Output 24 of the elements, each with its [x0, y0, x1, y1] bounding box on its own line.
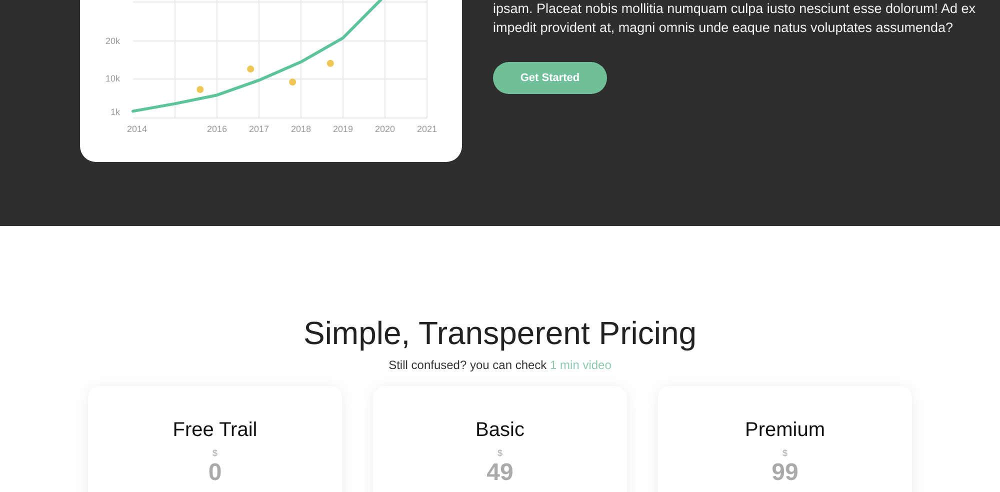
plan-name: Basic — [476, 418, 524, 442]
axis-label: 2018 — [290, 124, 312, 134]
axis-label: 20k — [105, 36, 120, 46]
plan-name: Premium — [744, 418, 825, 442]
pricing-subtitle: Still confused? you can check 1 min video — [388, 357, 612, 374]
hero-paragraph: ipsam. Placeat nobis mollitia numquam culpa iusto nesciunt esse dolorum! Ad ex impedit provident at, magni omnis unde eaque natus voluptates assumenda? — [493, 0, 976, 37]
currency-symbol: $ — [497, 448, 502, 458]
axis-label: 2021 — [416, 124, 438, 134]
video-link[interactable]: 1 min video — [550, 358, 612, 372]
pricing-title: Simple, Transperent Pricing — [303, 314, 697, 352]
axis-label: 2019 — [332, 124, 354, 134]
currency-symbol: $ — [212, 448, 218, 458]
plan-price: 99 — [772, 458, 798, 488]
plan-name: Free Trail — [172, 418, 258, 442]
axis-label: 10k — [105, 73, 120, 84]
axis-label: 2017 — [248, 124, 270, 134]
axis-label: 2020 — [374, 124, 396, 134]
axis-label: 2014 — [126, 124, 148, 134]
get-started-button[interactable]: Get Started — [493, 62, 607, 94]
plan-price: 49 — [486, 458, 514, 488]
plan-price: 0 — [208, 458, 222, 488]
currency-symbol: $ — [782, 448, 788, 458]
axis-label: 2016 — [206, 124, 228, 134]
axis-label: 1k — [110, 106, 120, 117]
